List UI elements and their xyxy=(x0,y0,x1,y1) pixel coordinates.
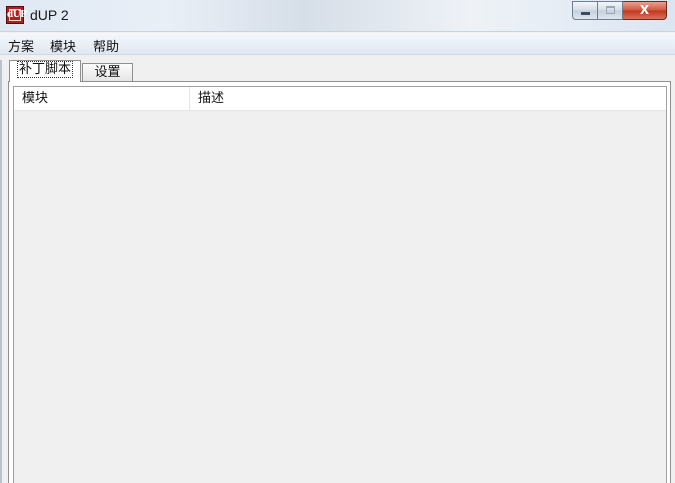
module-list[interactable]: 模块 描述 xyxy=(13,86,667,483)
column-header-module[interactable]: 模块 xyxy=(14,87,190,110)
tab-patch-script[interactable]: 补丁脚本 xyxy=(9,60,81,82)
dup-app-icon[interactable]: dUP xyxy=(6,6,27,24)
menu-scheme[interactable]: 方案 xyxy=(8,36,34,55)
tab-settings[interactable]: 设置 xyxy=(82,63,133,83)
column-header-description[interactable]: 描述 xyxy=(190,87,666,110)
list-header: 模块 描述 xyxy=(14,87,666,111)
menu-bar: 方案 模块 帮助 xyxy=(0,33,675,55)
tab-settings-label: 设置 xyxy=(94,65,121,80)
maximize-button[interactable] xyxy=(598,1,623,20)
close-icon: X xyxy=(639,3,650,17)
app-window: dUP dUP 2 X 方案 模块 帮助 补丁脚本 设置 模块 描述 xyxy=(0,0,675,483)
tab-patch-script-label: 补丁脚本 xyxy=(16,61,73,78)
caption-buttons: X xyxy=(572,1,667,21)
minimize-button[interactable] xyxy=(572,1,598,20)
menu-modules[interactable]: 模块 xyxy=(50,36,76,55)
window-title: dUP 2 xyxy=(30,7,69,23)
maximize-icon xyxy=(606,6,615,14)
title-bar[interactable]: dUP dUP 2 X xyxy=(0,0,675,32)
minimize-icon xyxy=(581,12,590,15)
close-button[interactable]: X xyxy=(623,1,667,20)
menu-help[interactable]: 帮助 xyxy=(93,36,119,55)
window-left-border xyxy=(0,60,2,483)
tab-panel: 模块 描述 xyxy=(8,81,671,483)
